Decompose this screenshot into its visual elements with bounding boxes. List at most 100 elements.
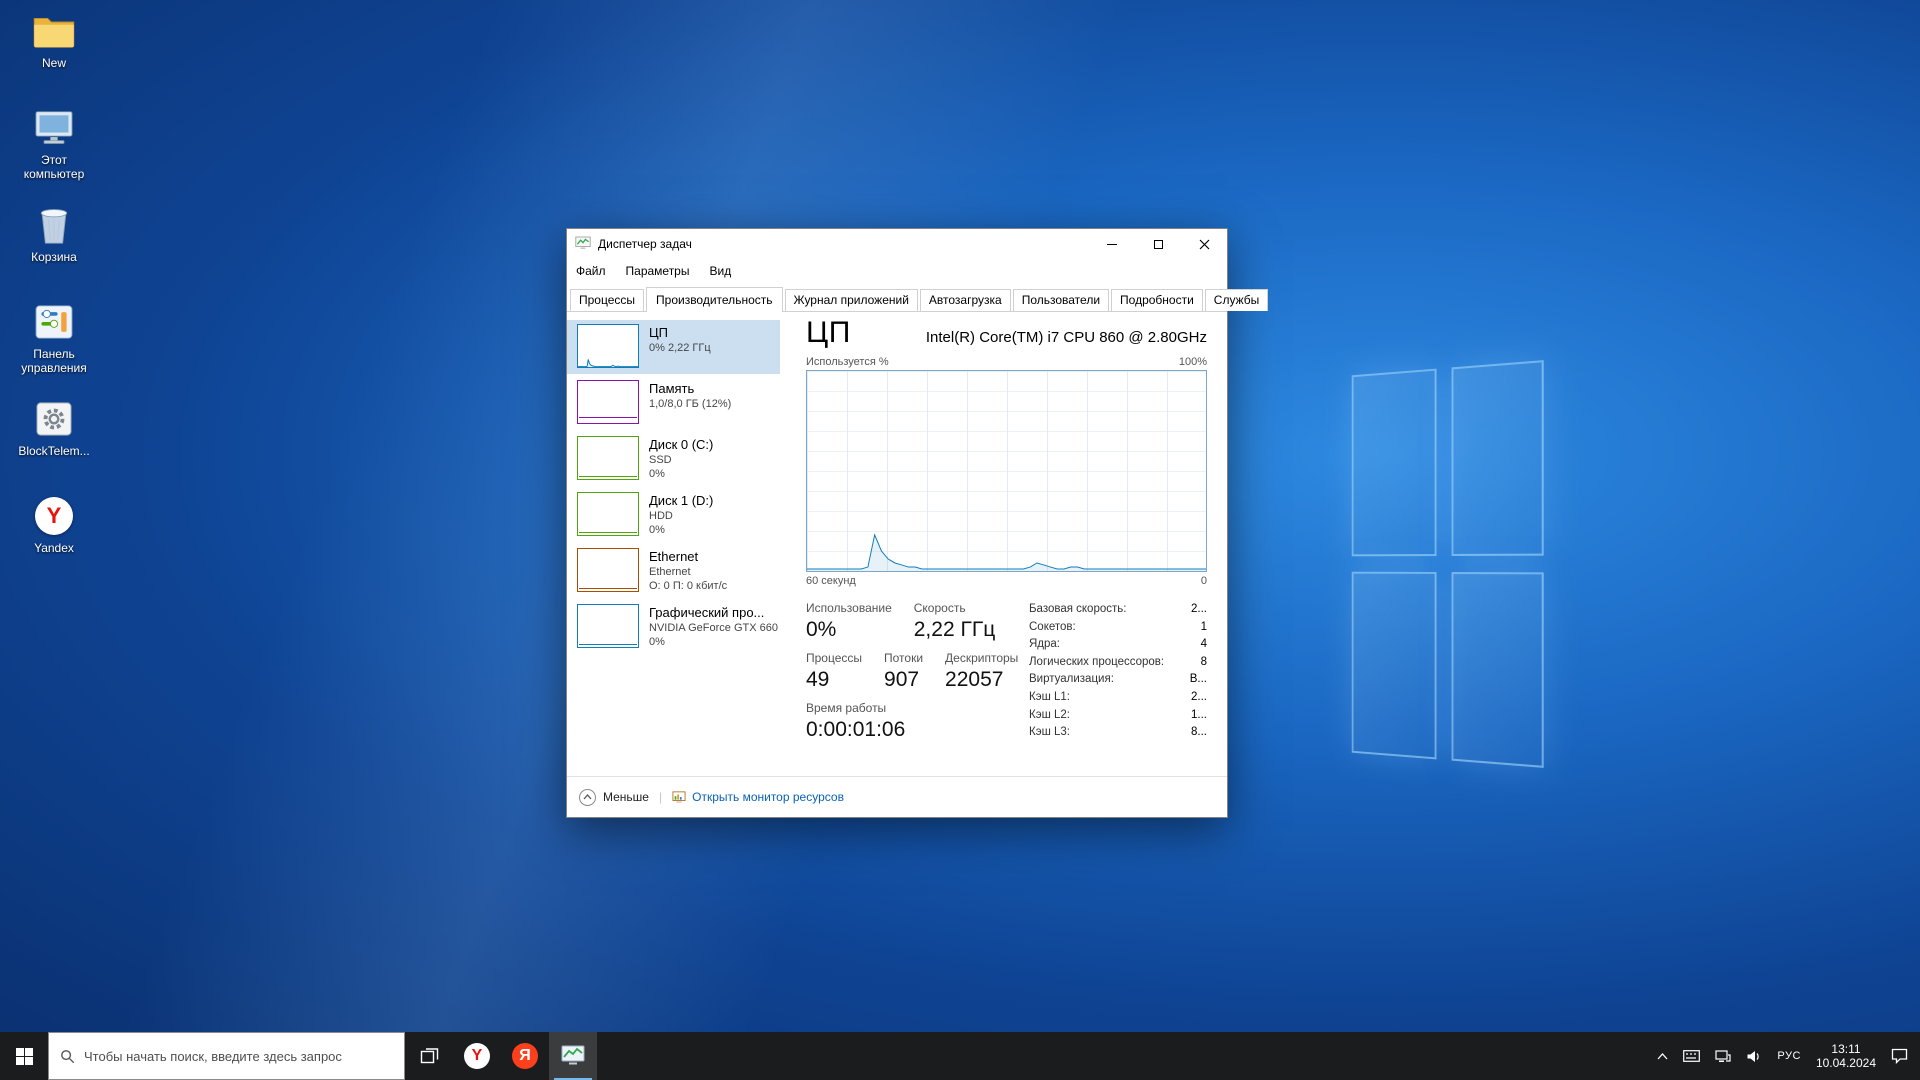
start-button[interactable] [0, 1032, 48, 1080]
detail-value: 1 [1201, 619, 1207, 637]
minimize-icon [1107, 244, 1117, 245]
chart-ymax-label: 100% [1179, 356, 1207, 368]
taskbar-app-yandex-browser[interactable]: Y [453, 1032, 501, 1080]
tab-processes[interactable]: Процессы [570, 289, 644, 311]
action-center-button[interactable] [1891, 1048, 1908, 1064]
tab-services[interactable]: Службы [1205, 289, 1268, 311]
desktop-icon-blocktelem[interactable]: BlockTelem... [6, 398, 102, 482]
sidebar-item-text: ЦП 0% 2,22 ГГц [649, 324, 711, 355]
close-button[interactable] [1181, 229, 1227, 259]
desktop-icon-this-pc[interactable]: Этот компьютер [6, 107, 102, 191]
cpu-mini-graph [577, 324, 639, 368]
yandex-glyph: Y [35, 497, 73, 535]
desktop-icon-recycle-bin[interactable]: Корзина [6, 204, 102, 288]
network-icon[interactable] [1715, 1050, 1731, 1063]
stat-label: Процессы [806, 651, 862, 665]
desktop-icons: New Этот компьютер Корзина Панель управл… [6, 10, 102, 579]
hidden-icons-chevron[interactable] [1657, 1053, 1668, 1060]
control-panel-icon [31, 301, 77, 343]
tray-date: 10.04.2024 [1816, 1056, 1876, 1070]
task-view-button[interactable] [405, 1032, 453, 1080]
sidebar-item-cpu[interactable]: ЦП 0% 2,22 ГГц [567, 320, 780, 374]
desktop-icon-control-panel[interactable]: Панель управления [6, 301, 102, 385]
tab-app-history[interactable]: Журнал приложений [785, 289, 918, 311]
chart-bottom-labels: 60 секунд 0 [806, 575, 1207, 587]
volume-icon[interactable] [1746, 1050, 1762, 1063]
disk0-mini-graph [577, 436, 639, 480]
chart-top-labels: Используется % 100% [806, 356, 1207, 368]
search-icon [60, 1049, 75, 1064]
desktop-icon-label: BlockTelem... [18, 444, 89, 458]
disk1-mini-graph [577, 492, 639, 536]
stat-value: 0% [806, 618, 892, 642]
sidebar-item-memory[interactable]: Память 1,0/8,0 ГБ (12%) [567, 376, 780, 430]
taskbar-search [48, 1032, 405, 1080]
stat-value: 907 [884, 668, 923, 692]
tab-performance[interactable]: Производительность [646, 287, 782, 312]
sidebar-item-title: Графический про... [649, 605, 774, 621]
touch-keyboard-icon[interactable] [1683, 1050, 1700, 1062]
taskbar-clock[interactable]: 13:11 10.04.2024 [1816, 1042, 1876, 1070]
sidebar-item-gpu[interactable]: Графический про... NVIDIA GeForce GTX 66… [567, 600, 780, 654]
tray-time: 13:11 [1831, 1042, 1860, 1056]
task-view-icon [420, 1047, 439, 1065]
disk0-usage-line [579, 476, 637, 477]
maximize-button[interactable] [1135, 229, 1181, 259]
taskbar-search-input[interactable] [84, 1049, 393, 1064]
stat-value: 49 [806, 668, 862, 692]
stat-processes: Процессы 49 [806, 651, 862, 692]
menu-options[interactable]: Параметры [626, 264, 690, 278]
detail-label: Базовая скорость: [1029, 601, 1126, 619]
tab-startup[interactable]: Автозагрузка [920, 289, 1011, 311]
resource-monitor-label: Открыть монитор ресурсов [692, 790, 844, 804]
chart-xzero-label: 0 [1201, 575, 1207, 587]
chevron-up-icon [1657, 1053, 1668, 1060]
sidebar-item-title: Память [649, 381, 731, 397]
sidebar-item-title: Диск 0 (C:) [649, 437, 713, 453]
close-icon [1199, 239, 1210, 250]
fewer-details-button[interactable]: Меньше [579, 789, 649, 806]
recycle-bin-icon [31, 204, 77, 246]
taskbar-app-task-manager[interactable] [549, 1032, 597, 1080]
menu-view[interactable]: Вид [709, 264, 731, 278]
sidebar-item-ethernet[interactable]: Ethernet Ethernet О: 0 П: 0 кбит/с [567, 544, 780, 598]
taskbar-app-yandex[interactable]: Я [501, 1032, 549, 1080]
footer-divider: | [659, 790, 662, 804]
input-language-indicator[interactable]: РУС [1777, 1050, 1801, 1062]
sidebar-item-text: Ethernet Ethernet О: 0 П: 0 кбит/с [649, 548, 727, 593]
logo-pane [1452, 360, 1544, 556]
desktop-icon-yandex[interactable]: Y Yandex [6, 495, 102, 579]
action-center-icon [1891, 1048, 1908, 1064]
logo-pane [1352, 572, 1437, 760]
detail-row: Кэш L3:8... [1029, 724, 1207, 742]
window-title: Диспетчер задач [598, 237, 692, 251]
minimize-button[interactable] [1089, 229, 1135, 259]
desktop-icon-label: Панель управления [11, 347, 97, 375]
stat-handles: Дескрипторы 22057 [945, 651, 1018, 692]
tab-details[interactable]: Подробности [1111, 289, 1203, 311]
disk1-usage-line [579, 532, 637, 533]
sidebar-item-disk0[interactable]: Диск 0 (C:) SSD 0% [567, 432, 780, 486]
window-controls [1089, 229, 1227, 259]
desktop-icon-new-folder[interactable]: New [6, 10, 102, 94]
chevron-up-icon [579, 789, 596, 806]
cpu-panel-title: ЦП [806, 316, 851, 350]
titlebar[interactable]: Диспетчер задач [567, 229, 1227, 259]
stat-label: Использование [806, 601, 892, 615]
menu-file[interactable]: Файл [576, 264, 606, 278]
cpu-details: Базовая скорость:2... Сокетов:1 Ядра:4 Л… [1029, 601, 1207, 742]
detail-row: Сокетов:1 [1029, 619, 1207, 637]
cpu-model-name: Intel(R) Core(TM) i7 CPU 860 @ 2.80GHz [926, 329, 1207, 346]
yandex-icon: Y [31, 495, 77, 537]
chart-ylabel: Используется % [806, 356, 889, 368]
folder-icon [31, 10, 77, 52]
sidebar-item-disk1[interactable]: Диск 1 (D:) HDD 0% [567, 488, 780, 542]
sidebar-item-line2: 0% [649, 467, 713, 481]
tab-users[interactable]: Пользователи [1013, 289, 1109, 311]
cpu-panel: ЦП Intel(R) Core(TM) i7 CPU 860 @ 2.80GH… [780, 312, 1227, 776]
detail-label: Кэш L2: [1029, 707, 1070, 725]
open-resource-monitor-link[interactable]: Открыть монитор ресурсов [672, 790, 844, 804]
memory-usage-line [579, 417, 637, 418]
yandex-app-icon: Я [512, 1043, 538, 1069]
sidebar-item-title: ЦП [649, 325, 711, 341]
